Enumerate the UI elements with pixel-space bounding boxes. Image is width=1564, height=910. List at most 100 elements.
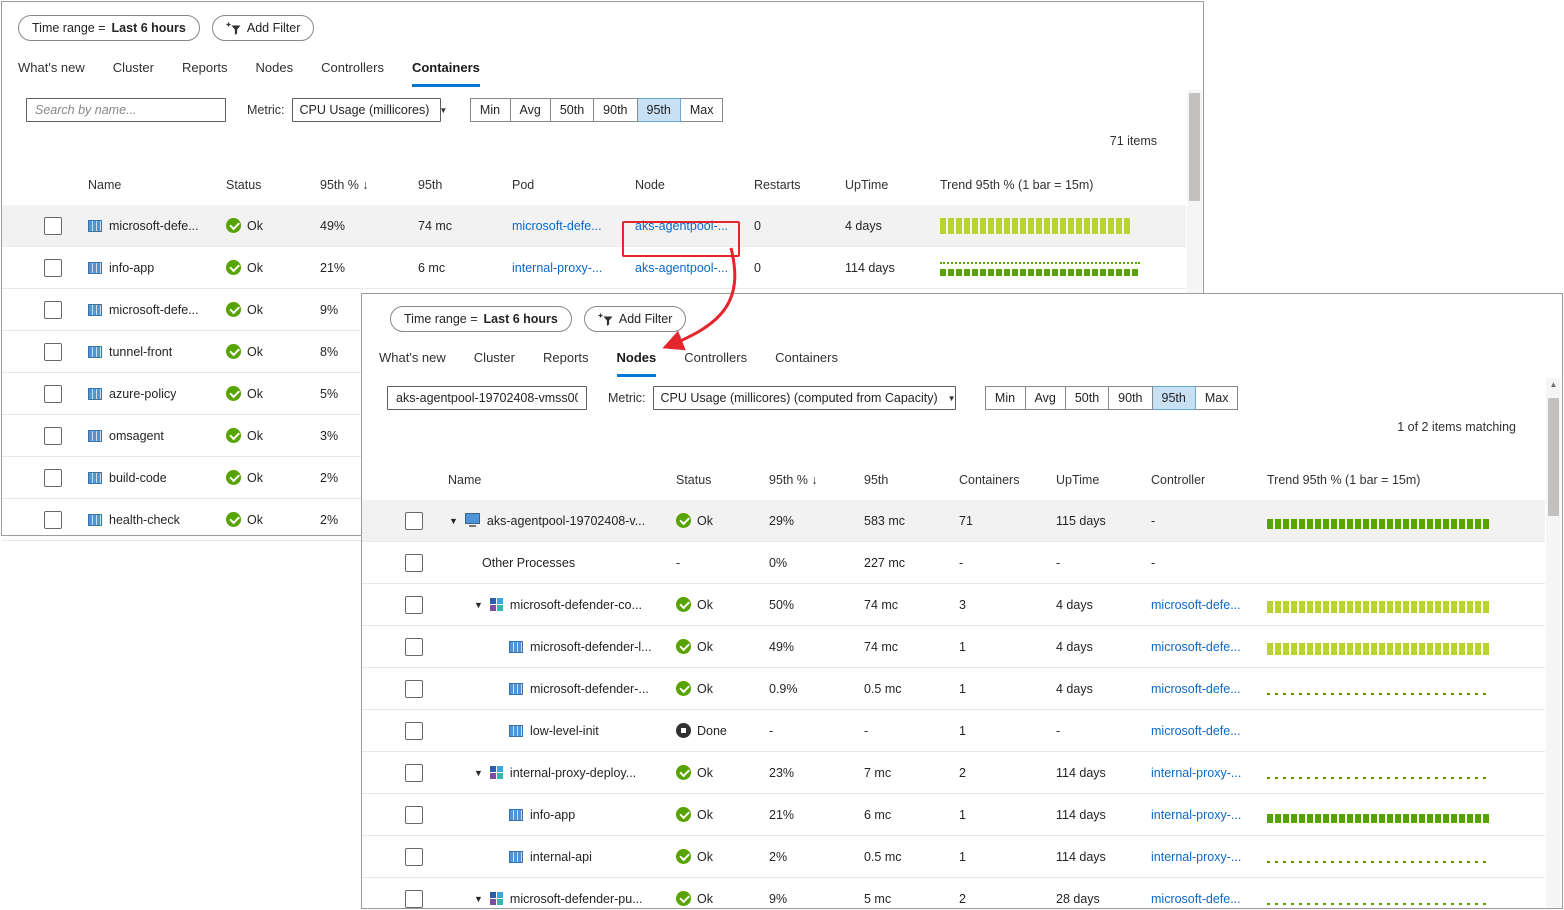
tab-containers[interactable]: Containers [775, 350, 838, 377]
row-checkbox[interactable] [405, 848, 423, 866]
row-checkbox[interactable] [44, 511, 62, 529]
metric-select[interactable]: CPU Usage (millicores) ▼ [292, 98, 441, 122]
row-checkbox[interactable] [405, 596, 423, 614]
container-icon [88, 262, 102, 274]
p95-value-cell-label: 583 mc [864, 514, 905, 528]
table-row[interactable]: ▼microsoft-defender-pu...Ok9%5 mc228 day… [362, 878, 1545, 910]
add-filter-button[interactable]: Add Filter [212, 15, 315, 41]
name-cell: omsagent [66, 429, 226, 443]
percentile-button-90th[interactable]: 90th [594, 98, 637, 122]
row-checkbox[interactable] [405, 722, 423, 740]
table-row[interactable]: low-level-initDone--1-microsoft-defe... [362, 710, 1545, 752]
chevron-down-icon: ▼ [439, 106, 447, 115]
scrollbar[interactable]: ▲ [1546, 378, 1561, 907]
percentile-button-min[interactable]: Min [470, 98, 511, 122]
table-row[interactable]: ▼internal-proxy-deploy...Ok23%7 mc2114 d… [362, 752, 1545, 794]
time-range-pill[interactable]: Time range = Last 6 hours [390, 306, 572, 332]
p95-value-cell-label: 6 mc [864, 808, 891, 822]
time-range-label: Time range = [32, 21, 106, 35]
p95-percent-cell: 49% [320, 219, 418, 233]
table-row[interactable]: info-appOk21%6 mcinternal-proxy-...aks-a… [2, 247, 1186, 289]
scrollbar-thumb[interactable] [1189, 93, 1200, 201]
row-checkbox[interactable] [44, 217, 62, 235]
tab-nodes[interactable]: Nodes [617, 350, 657, 377]
node-link[interactable]: aks-agentpool-... [635, 261, 728, 275]
tab-what-s-new[interactable]: What's new [18, 60, 85, 87]
row-checkbox[interactable] [405, 680, 423, 698]
row-checkbox[interactable] [405, 554, 423, 572]
percentile-button-avg[interactable]: Avg [511, 98, 551, 122]
expand-arrow-icon[interactable]: ▼ [474, 600, 483, 610]
controller-link[interactable]: microsoft-defe... [1151, 724, 1241, 738]
search-input[interactable] [26, 98, 226, 122]
percentile-button-95th[interactable]: 95th [638, 98, 681, 122]
row-checkbox[interactable] [44, 343, 62, 361]
name-cell: low-level-init [431, 724, 676, 738]
controller-link[interactable]: internal-proxy-... [1151, 766, 1241, 780]
table-row[interactable]: ▼microsoft-defender-co...Ok50%74 mc34 da… [362, 584, 1545, 626]
scroll-up-icon[interactable]: ▲ [1546, 380, 1561, 389]
time-range-pill[interactable]: Time range = Last 6 hours [18, 15, 200, 41]
controller-link[interactable]: microsoft-defe... [1151, 598, 1241, 612]
node-link[interactable]: aks-agentpool-... [635, 219, 728, 233]
percentile-button-90th[interactable]: 90th [1109, 386, 1152, 410]
row-checkbox[interactable] [44, 301, 62, 319]
row-checkbox[interactable] [405, 806, 423, 824]
table-row[interactable]: microsoft-defe...Ok49%74 mcmicrosoft-def… [2, 205, 1186, 247]
controller-link[interactable]: microsoft-defe... [1151, 640, 1241, 654]
row-checkbox[interactable] [405, 890, 423, 908]
tab-controllers[interactable]: Controllers [684, 350, 747, 377]
expand-arrow-icon[interactable]: ▼ [449, 516, 458, 526]
tab-reports[interactable]: Reports [543, 350, 589, 377]
p95-percent-cell: 0% [769, 556, 864, 570]
percentile-button-95th[interactable]: 95th [1153, 386, 1196, 410]
table-row[interactable]: microsoft-defender-...Ok0.9%0.5 mc14 day… [362, 668, 1545, 710]
controller-link[interactable]: microsoft-defe... [1151, 892, 1241, 906]
tab-containers[interactable]: Containers [412, 60, 480, 87]
controller-link[interactable]: microsoft-defe... [1151, 682, 1241, 696]
percentile-button-50th[interactable]: 50th [1066, 386, 1109, 410]
tab-controllers[interactable]: Controllers [321, 60, 384, 87]
table-row[interactable]: info-appOk21%6 mc1114 daysinternal-proxy… [362, 794, 1545, 836]
checkbox-cell [391, 500, 431, 541]
controller-link[interactable]: internal-proxy-... [1151, 850, 1241, 864]
table-row[interactable]: Other Processes-0%227 mc--- [362, 542, 1545, 584]
metric-select[interactable]: CPU Usage (millicores) (computed from Ca… [653, 386, 956, 410]
row-checkbox[interactable] [405, 638, 423, 656]
table-row[interactable]: internal-apiOk2%0.5 mc1114 daysinternal-… [362, 836, 1545, 878]
table-row[interactable]: microsoft-defender-l...Ok49%74 mc14 days… [362, 626, 1545, 668]
pod-link[interactable]: internal-proxy-... [512, 261, 602, 275]
scrollbar-thumb[interactable] [1548, 398, 1559, 516]
tab-reports[interactable]: Reports [182, 60, 228, 87]
row-checkbox[interactable] [44, 427, 62, 445]
add-filter-button[interactable]: Add Filter [584, 306, 687, 332]
row-checkbox[interactable] [405, 764, 423, 782]
name-cell: ▼aks-agentpool-19702408-v... [431, 513, 676, 528]
tab-nodes[interactable]: Nodes [256, 60, 294, 87]
row-checkbox[interactable] [44, 469, 62, 487]
percentile-button-max[interactable]: Max [1196, 386, 1239, 410]
p95-value-cell: - [864, 724, 959, 738]
p95-value-cell: 5 mc [864, 892, 959, 906]
pod-link[interactable]: microsoft-defe... [512, 219, 602, 233]
tab-cluster[interactable]: Cluster [474, 350, 515, 377]
row-checkbox[interactable] [405, 512, 423, 530]
controller-link-cell: microsoft-defe... [1151, 640, 1267, 654]
percentile-button-50th[interactable]: 50th [551, 98, 594, 122]
percentile-button-min[interactable]: Min [985, 386, 1026, 410]
name-label: build-code [109, 471, 167, 485]
tab-what-s-new[interactable]: What's new [379, 350, 446, 377]
column-header-status: Status [226, 178, 320, 192]
expand-arrow-icon[interactable]: ▼ [474, 894, 483, 904]
tab-cluster[interactable]: Cluster [113, 60, 154, 87]
status-label: Ok [247, 219, 263, 233]
table-row[interactable]: ▼aks-agentpool-19702408-v...Ok29%583 mc7… [362, 500, 1545, 542]
containers-cell-label: 1 [959, 724, 966, 738]
expand-arrow-icon[interactable]: ▼ [474, 768, 483, 778]
row-checkbox[interactable] [44, 385, 62, 403]
percentile-button-avg[interactable]: Avg [1026, 386, 1066, 410]
row-checkbox[interactable] [44, 259, 62, 277]
percentile-button-max[interactable]: Max [681, 98, 724, 122]
search-input[interactable] [387, 386, 587, 410]
controller-link[interactable]: internal-proxy-... [1151, 808, 1241, 822]
